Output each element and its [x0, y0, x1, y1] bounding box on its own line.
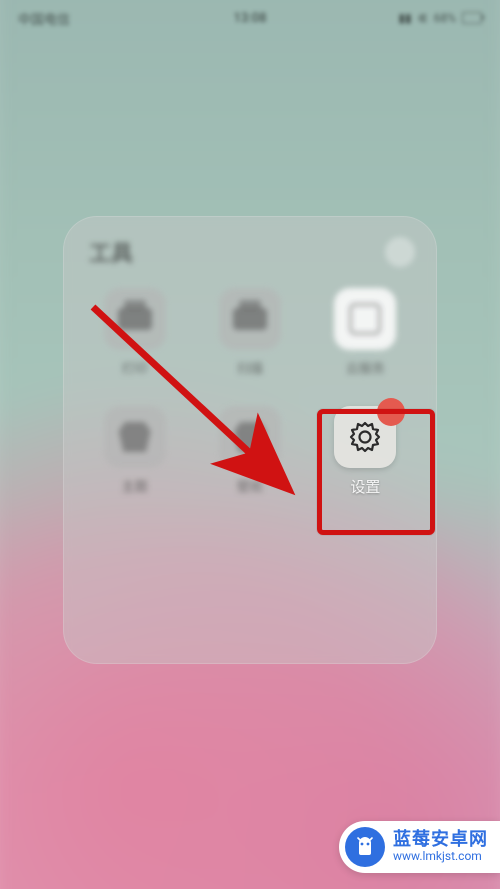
notification-badge — [377, 398, 405, 426]
app-label: 扫描 — [237, 358, 263, 377]
app-item[interactable]: 主题 — [77, 400, 192, 518]
watermark: 蓝莓安卓网 www.lmkjst.com — [339, 821, 500, 873]
app-label: 设置 — [350, 476, 380, 497]
watermark-brand: 蓝莓安卓网 — [393, 830, 488, 851]
folder-title: 工具 — [89, 236, 133, 268]
app-label: 主题 — [122, 476, 148, 495]
printer-icon — [104, 288, 166, 350]
cloud-icon — [334, 288, 396, 350]
folder-grid: 打印 扫描 云服务 主题 壁纸 — [63, 276, 437, 524]
battery-icon — [462, 12, 482, 24]
theme-icon — [104, 406, 166, 468]
app-label: 打印 — [122, 358, 148, 377]
status-carrier: 中国电信 — [18, 9, 70, 28]
app-item[interactable]: 壁纸 — [192, 400, 307, 518]
app-item[interactable]: 打印 — [77, 282, 192, 400]
signal-icon: ▮▮ — [398, 11, 411, 25]
status-right: ▮▮ ⋐ 68% — [398, 11, 482, 25]
folder-header: 工具 — [63, 216, 437, 276]
scanner-icon — [219, 288, 281, 350]
wifi-icon: ⋐ — [418, 11, 428, 25]
watermark-logo-icon — [345, 827, 385, 867]
status-bar: 中国电信 13:08 ▮▮ ⋐ 68% — [0, 0, 500, 36]
app-label: 云服务 — [346, 358, 385, 377]
watermark-url: www.lmkjst.com — [393, 850, 488, 864]
app-label: 壁纸 — [237, 476, 263, 495]
battery-pct: 68% — [434, 11, 456, 25]
status-time: 13:08 — [234, 11, 267, 26]
app-settings[interactable]: 设置 — [308, 400, 423, 518]
wallpaper-icon — [219, 406, 281, 468]
app-item[interactable]: 云服务 — [308, 282, 423, 400]
app-folder: 工具 打印 扫描 云服务 主题 壁纸 — [63, 216, 437, 664]
app-item[interactable]: 扫描 — [192, 282, 307, 400]
close-icon[interactable] — [385, 237, 415, 267]
